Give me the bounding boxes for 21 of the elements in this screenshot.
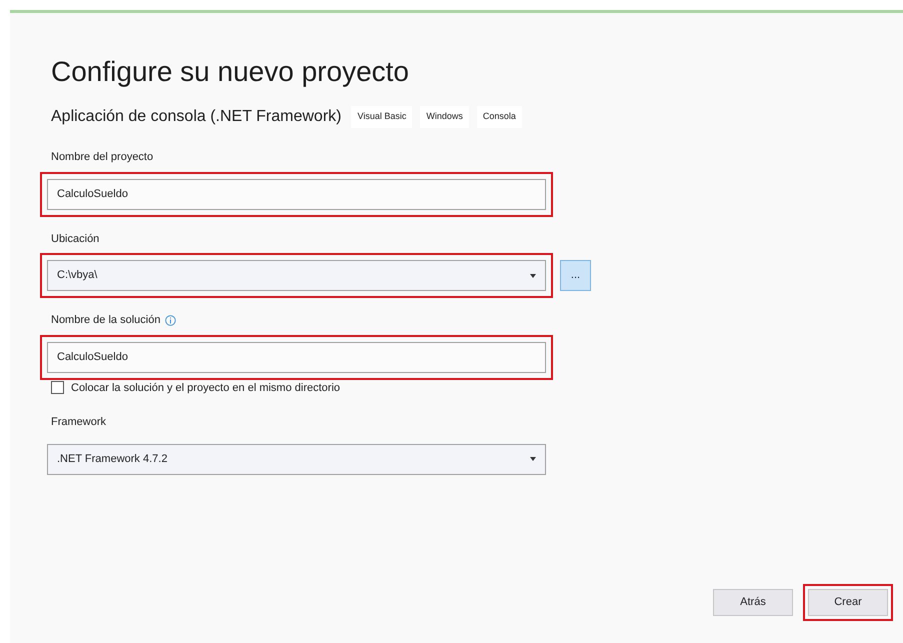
page-title: Configure su nuevo proyecto xyxy=(51,55,410,89)
checkbox[interactable] xyxy=(51,381,64,394)
dropdown-caret-icon xyxy=(530,457,536,461)
template-tag: Consola xyxy=(476,106,522,128)
dialog-button[interactable]: Crear xyxy=(808,589,888,616)
field-label: Nombre del proyecto xyxy=(51,150,154,165)
field-label: Framework xyxy=(51,415,106,430)
field-label: Ubicación xyxy=(51,232,100,246)
text-field[interactable]: CalculoSueldo xyxy=(47,178,546,210)
text-field[interactable]: CalculoSueldo xyxy=(47,342,546,372)
field-label: Nombre de la solución xyxy=(51,313,160,328)
dropdown-field[interactable]: .NET Framework 4.7.2 xyxy=(47,444,546,474)
checkbox-label: Colocar la solución y el proyecto en el mismo directorio xyxy=(71,380,340,396)
info-icon xyxy=(165,314,176,326)
dropdown-field[interactable]: C:\vbya\ xyxy=(47,260,546,291)
template-name: Aplicación de consola (.NET Framework) xyxy=(51,107,342,127)
dropdown-caret-icon xyxy=(530,274,536,278)
browse-button[interactable]: ... xyxy=(560,260,591,291)
template-tag: Windows xyxy=(420,106,469,128)
dialog-button[interactable]: Atrás xyxy=(713,589,793,616)
template-tag: Visual Basic xyxy=(351,106,412,128)
